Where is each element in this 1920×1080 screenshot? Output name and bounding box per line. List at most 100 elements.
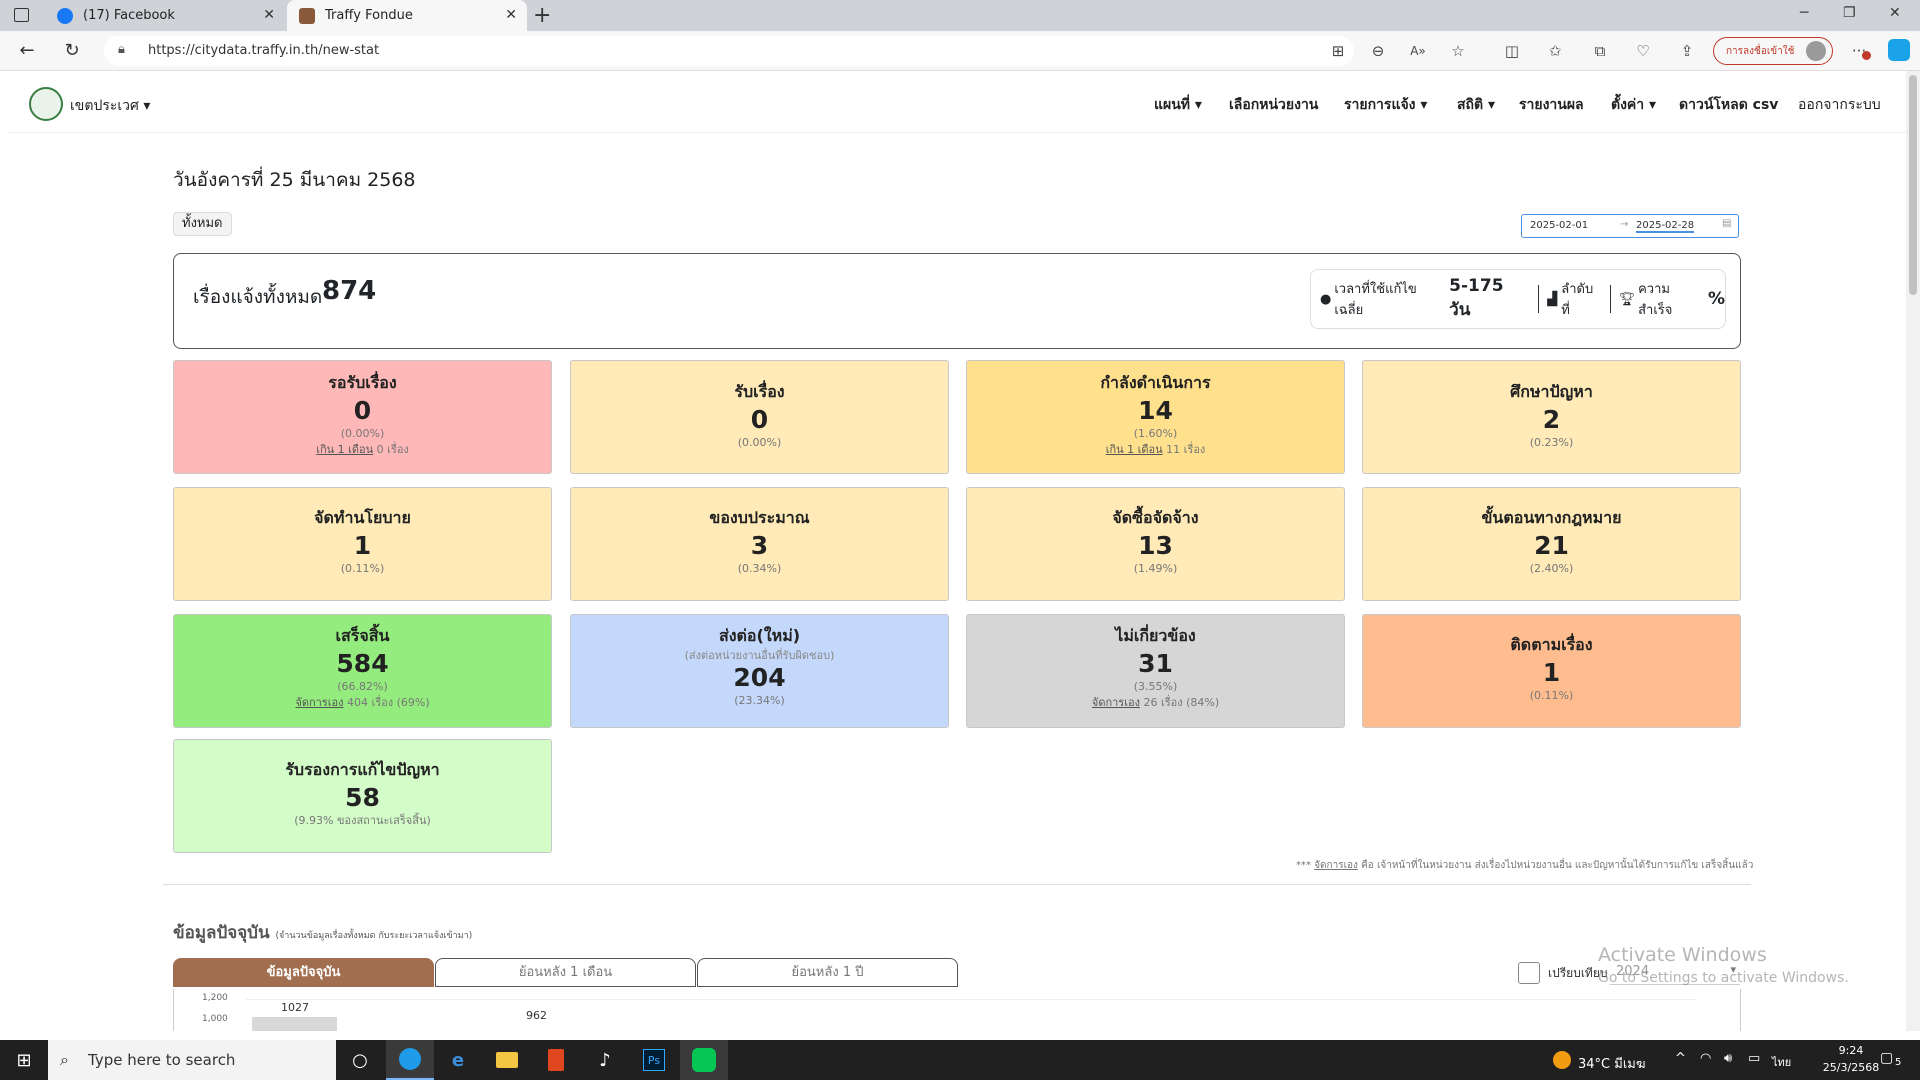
tiktok-icon[interactable]: ♪: [581, 1040, 629, 1080]
split-screen-icon[interactable]: ◫: [1502, 41, 1522, 61]
office-icon[interactable]: [532, 1040, 580, 1080]
tab-last-month[interactable]: ย้อนหลัง 1 เดือน: [435, 958, 696, 987]
address-bar[interactable]: 🔒︎ https://citydata.traffy.in.th/new-sta…: [104, 36, 1354, 66]
page-content: เขตประเวศ ▾ แผนที่ ▾ เลือกหน่วยงาน รายกา…: [0, 71, 1920, 1031]
share-icon[interactable]: ⇪: [1677, 41, 1697, 61]
notifications-icon[interactable]: ▢: [1880, 1050, 1893, 1066]
facebook-icon: [57, 7, 73, 24]
card-extra-text: 0 เรื่อง: [376, 443, 409, 456]
file-explorer-icon[interactable]: [483, 1040, 531, 1080]
favorites-icon[interactable]: ✩: [1545, 41, 1565, 61]
compare-checkbox[interactable]: [1518, 962, 1540, 984]
nav-download-csv[interactable]: ดาวน์โหลด csv: [1679, 94, 1778, 116]
windows-start-icon[interactable]: ⊞: [0, 1040, 48, 1080]
taskbar-search[interactable]: ⌕ Type here to search: [48, 1040, 336, 1080]
success-value: %: [1707, 289, 1726, 309]
nav-logout[interactable]: ออกจากระบบ: [1798, 94, 1881, 116]
tab-traffy[interactable]: Traffy Fondue ✕: [287, 0, 527, 31]
page-scrollbar[interactable]: [1906, 71, 1920, 1031]
zoom-icon[interactable]: ⊖: [1368, 41, 1388, 61]
nav-reports[interactable]: รายการแจ้ง ▾: [1344, 94, 1427, 116]
card-budget[interactable]: ของบประมาณ 3 (0.34%): [570, 487, 949, 601]
volume-icon[interactable]: 🔊︎: [1724, 1051, 1732, 1066]
card-resolution-certified[interactable]: รับรองการแก้ไขปัญหา 58 (9.93% ของสถานะเส…: [173, 739, 552, 853]
nav-select-agency[interactable]: เลือกหน่วยงาน: [1229, 94, 1318, 116]
clock-date[interactable]: 25/3/2568: [1819, 1061, 1883, 1074]
summary-stats: ● เวลาที่ใช้แก้ไขเฉลี่ย 5-175 วัน ▟ ลำดั…: [1310, 269, 1726, 329]
battery-icon[interactable]: ▭: [1748, 1051, 1760, 1066]
refresh-icon[interactable]: ↻: [60, 39, 84, 63]
language-indicator[interactable]: ไทย: [1772, 1053, 1791, 1071]
tab-facebook[interactable]: (17) Facebook ✕: [45, 0, 285, 31]
back-icon[interactable]: ←: [15, 39, 39, 63]
card-value: 21: [1534, 531, 1569, 560]
calendar-icon[interactable]: ▤: [1722, 218, 1731, 229]
app-available-icon[interactable]: ⊞: [1328, 41, 1348, 61]
watermark-title: Activate Windows: [1598, 944, 1767, 966]
all-button[interactable]: ทั้งหมด: [173, 212, 232, 236]
divider: [1538, 285, 1540, 313]
over-month-link[interactable]: เกิน 1 เดือน: [1106, 443, 1163, 456]
card-value: 14: [1138, 396, 1173, 425]
self-managed-link[interactable]: จัดการเอง: [1092, 696, 1140, 709]
tab-last-year[interactable]: ย้อนหลัง 1 ปี: [697, 958, 958, 987]
notification-dot: [1862, 51, 1871, 60]
tab-actions-icon[interactable]: [14, 8, 29, 22]
card-subtitle: (ส่งต่อหน่วยงานอื่นที่รับผิดชอบ): [684, 649, 835, 662]
collections-icon[interactable]: ⧉: [1590, 41, 1610, 61]
close-icon[interactable]: ✕: [263, 7, 275, 23]
date-range-picker[interactable]: 2025-02-01 → 2025-02-28 ▤: [1521, 214, 1739, 238]
card-title: รับรองการแก้ไขปัญหา: [285, 760, 440, 779]
self-managed-link[interactable]: จัดการเอง: [295, 696, 343, 709]
card-forwarded[interactable]: ส่งต่อ(ใหม่) (ส่งต่อหน่วยงานอื่นที่รับผิ…: [570, 614, 949, 728]
avg-time-value: 5-175 วัน: [1449, 275, 1504, 320]
url-text: https://citydata.traffy.in.th/new-stat: [148, 43, 380, 58]
card-study[interactable]: ศึกษาปัญหา 2 (0.23%): [1362, 360, 1741, 474]
card-completed[interactable]: เสร็จสิ้น 584 (66.82%) จัดการเอง 404 เรื…: [173, 614, 552, 728]
nav-stats[interactable]: สถิติ ▾: [1457, 94, 1495, 116]
weather-text[interactable]: 34°C มีเมฆ: [1578, 1053, 1645, 1074]
card-legal[interactable]: ขั้นตอนทางกฎหมาย 21 (2.40%): [1362, 487, 1741, 601]
tab-current-data[interactable]: ข้อมูลปัจจุบัน: [173, 958, 434, 987]
new-tab-icon[interactable]: +: [533, 3, 551, 28]
scrollbar-thumb[interactable]: [1909, 75, 1917, 295]
chevron-up-icon[interactable]: ^: [1675, 1051, 1686, 1066]
read-aloud-icon[interactable]: A»: [1408, 41, 1428, 61]
date-start[interactable]: 2025-02-01: [1530, 220, 1588, 231]
card-follow-up[interactable]: ติดตามเรื่อง 1 (0.11%): [1362, 614, 1741, 728]
nav-results[interactable]: รายงานผล: [1519, 94, 1584, 116]
nav-map[interactable]: แผนที่ ▾: [1154, 94, 1202, 116]
over-month-link[interactable]: เกิน 1 เดือน: [316, 443, 373, 456]
task-view-icon[interactable]: ○: [336, 1040, 384, 1080]
card-unrelated[interactable]: ไม่เกี่ยวข้อง 31 (3.55%) จัดการเอง 26 เร…: [966, 614, 1345, 728]
date-end[interactable]: 2025-02-28: [1636, 220, 1695, 233]
card-title: จัดทำนโยบาย: [314, 508, 411, 527]
browser-essentials-icon[interactable]: ♡: [1633, 41, 1653, 61]
copilot-icon[interactable]: [1888, 39, 1910, 61]
restore-icon[interactable]: ❐: [1843, 5, 1856, 21]
lock-icon[interactable]: 🔒︎: [118, 42, 125, 57]
nav-settings[interactable]: ตั้งค่า ▾: [1611, 94, 1656, 116]
bma-logo[interactable]: [29, 87, 63, 121]
compare-toggle[interactable]: เปรียบเทียบ: [1518, 962, 1607, 984]
card-received[interactable]: รับเรื่อง 0 (0.00%): [570, 360, 949, 474]
internet-explorer-icon[interactable]: e: [434, 1040, 482, 1080]
current-data-title: ข้อมูลปัจจุบัน: [173, 923, 270, 943]
window-close-icon[interactable]: ✕: [1889, 5, 1901, 21]
line-icon[interactable]: [680, 1040, 728, 1080]
sign-in-button[interactable]: การลงชื่อเข้าใช้: [1713, 37, 1833, 65]
network-icon[interactable]: ◠: [1700, 1051, 1711, 1066]
self-managed-link[interactable]: จัดการเอง: [1314, 860, 1358, 871]
card-in-progress[interactable]: กำลังดำเนินการ 14 (1.60%) เกิน 1 เดือน 1…: [966, 360, 1345, 474]
card-policy[interactable]: จัดทำนโยบาย 1 (0.11%): [173, 487, 552, 601]
card-procurement[interactable]: จัดซื้อจัดจ้าง 13 (1.49%): [966, 487, 1345, 601]
edge-icon[interactable]: [386, 1040, 434, 1080]
district-dropdown[interactable]: เขตประเวศ ▾: [70, 95, 150, 117]
photoshop-icon[interactable]: Ps: [630, 1040, 678, 1080]
favorite-star-icon[interactable]: ☆: [1448, 41, 1468, 61]
clock-time[interactable]: 9:24: [1823, 1044, 1879, 1057]
minimize-icon[interactable]: ─: [1800, 5, 1808, 21]
card-waiting[interactable]: รอรับเรื่อง 0 (0.00%) เกิน 1 เดือน 0 เรื…: [173, 360, 552, 474]
close-icon[interactable]: ✕: [505, 7, 517, 23]
browser-tab-bar: (17) Facebook ✕ Traffy Fondue ✕ + ─ ❐ ✕: [0, 0, 1920, 31]
